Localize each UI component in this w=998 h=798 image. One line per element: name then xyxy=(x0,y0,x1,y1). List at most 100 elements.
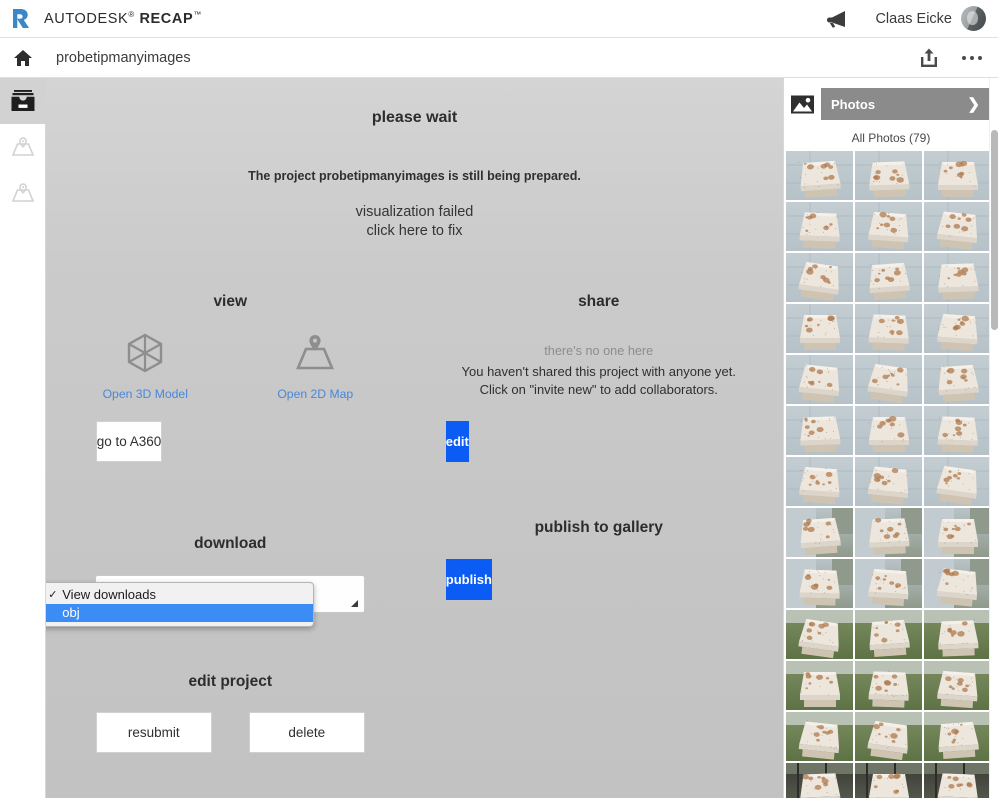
edit-share-button[interactable]: edit xyxy=(445,421,469,462)
photo-thumbnail[interactable] xyxy=(786,610,853,659)
map-pin-icon xyxy=(11,183,35,202)
photo-thumbnail[interactable] xyxy=(786,763,853,798)
photo-thumbnail[interactable] xyxy=(786,508,853,557)
photo-thumbnail[interactable] xyxy=(855,508,922,557)
resubmit-button[interactable]: resubmit xyxy=(95,712,212,753)
download-select-row[interactable]: ✓ View downloads obj xyxy=(46,575,366,627)
right-column: share there's no one here You haven't sh… xyxy=(415,293,784,753)
view-3d-glyph xyxy=(97,331,193,375)
project-bar-actions xyxy=(918,47,998,69)
photo-thumbnail[interactable] xyxy=(786,304,853,353)
photo-thumbnail[interactable] xyxy=(786,406,853,455)
edit-button-wrap: edit xyxy=(445,421,752,462)
download-section-title: download xyxy=(194,535,267,552)
check-icon: ✓ xyxy=(48,589,58,601)
photo-thumbnail[interactable] xyxy=(924,457,991,506)
publish-button[interactable]: publish xyxy=(445,559,492,600)
avatar[interactable] xyxy=(961,6,986,31)
rail-item-projects[interactable] xyxy=(0,78,46,124)
photo-thumbnail[interactable] xyxy=(855,559,922,608)
main-content: please wait The project probetipmanyimag… xyxy=(46,78,783,798)
map-2d-icon xyxy=(296,335,335,370)
tab-photos[interactable]: Photos ❯ xyxy=(821,88,990,120)
photo-thumbnail[interactable] xyxy=(786,202,853,251)
photo-thumbnail[interactable] xyxy=(855,610,922,659)
share-line-2: Click on "invite new" to add collaborato… xyxy=(479,382,718,397)
photo-thumbnail[interactable] xyxy=(924,151,991,200)
delete-button[interactable]: delete xyxy=(248,712,365,753)
page-title: please wait xyxy=(371,109,458,126)
photo-thumbnail[interactable] xyxy=(924,355,991,404)
rail-item-map-1[interactable] xyxy=(0,124,46,170)
photo-thumbnail[interactable] xyxy=(855,253,922,302)
photo-thumbnail[interactable] xyxy=(924,406,991,455)
photo-thumbnail[interactable] xyxy=(924,202,991,251)
photo-thumbnail[interactable] xyxy=(924,610,991,659)
photos-scrollbar-thumb[interactable] xyxy=(991,130,998,330)
edit-project-buttons: resubmit delete xyxy=(46,712,415,753)
failed-line-2[interactable]: click here to fix xyxy=(46,222,783,241)
photo-thumbnail[interactable] xyxy=(855,304,922,353)
brand-autodesk: AUTODESK xyxy=(44,10,129,27)
view-icons: Open 3D Model Open 2D Map xyxy=(46,331,415,401)
photo-thumbnail[interactable] xyxy=(855,355,922,404)
all-photos-label: All Photos (79) xyxy=(851,131,931,145)
photo-thumbnail[interactable] xyxy=(855,202,922,251)
recap-app-window: AUTODESK® RECAP™ Claas Eicke probetipman… xyxy=(0,0,998,798)
dropdown-option-obj[interactable]: obj xyxy=(46,604,314,622)
visualization-failed-message[interactable]: visualization failed click here to fix xyxy=(46,203,783,240)
photo-thumbnail[interactable] xyxy=(786,151,853,200)
open-3d-model-item[interactable]: Open 3D Model xyxy=(97,331,193,401)
photo-thumbnail[interactable] xyxy=(786,355,853,404)
megaphone-icon[interactable] xyxy=(823,8,849,30)
status-text: The project probetipmanyimages is still … xyxy=(248,169,581,183)
photo-thumbnail[interactable] xyxy=(786,661,853,710)
photo-thumbnail[interactable] xyxy=(924,508,991,557)
rail-item-map-2[interactable] xyxy=(0,170,46,216)
photo-thumbnail[interactable] xyxy=(855,457,922,506)
dropdown-option-view-downloads[interactable]: ✓ View downloads xyxy=(46,586,313,604)
publish-section-title: publish to gallery xyxy=(534,519,663,536)
share-section-title: share xyxy=(578,293,620,310)
share-description: You haven't shared this project with any… xyxy=(415,363,784,399)
home-icon[interactable] xyxy=(13,49,33,67)
photo-thumbnail[interactable] xyxy=(924,661,991,710)
photo-thumbnail[interactable] xyxy=(855,763,922,798)
download-dropdown-popup[interactable]: ✓ View downloads obj xyxy=(46,582,315,627)
photo-thumbnail[interactable] xyxy=(924,304,991,353)
photos-scrollbar[interactable] xyxy=(989,78,998,798)
autodesk-brand[interactable]: AUTODESK® RECAP™ xyxy=(0,6,202,32)
photo-thumbnail[interactable] xyxy=(924,763,991,798)
photo-thumbnail[interactable] xyxy=(924,559,991,608)
share-upload-icon[interactable] xyxy=(918,47,940,69)
left-rail xyxy=(0,78,46,798)
user-menu[interactable]: Claas Eicke xyxy=(875,6,986,31)
photo-thumbnail[interactable] xyxy=(855,151,922,200)
top-bar: AUTODESK® RECAP™ Claas Eicke xyxy=(0,0,998,38)
photo-thumbnail[interactable] xyxy=(855,406,922,455)
open-2d-map-label[interactable]: Open 2D Map xyxy=(267,387,363,401)
select-arrow-icon xyxy=(351,600,359,607)
photo-thumbnail[interactable] xyxy=(786,712,853,761)
brand-text: AUTODESK® RECAP™ xyxy=(44,10,202,27)
open-3d-model-label[interactable]: Open 3D Model xyxy=(97,387,193,401)
photo-thumbnail[interactable] xyxy=(786,559,853,608)
dropdown-option-label: View downloads xyxy=(62,587,156,602)
more-options-icon[interactable] xyxy=(962,55,982,60)
photo-grid xyxy=(784,151,995,798)
photo-thumbnail[interactable] xyxy=(786,253,853,302)
photo-thumbnail[interactable] xyxy=(855,661,922,710)
photo-thumbnail[interactable] xyxy=(855,712,922,761)
brand-trademark-2: ™ xyxy=(193,10,202,20)
photo-thumbnail[interactable] xyxy=(786,457,853,506)
user-name: Claas Eicke xyxy=(875,10,952,27)
photo-thumbnail[interactable] xyxy=(924,253,991,302)
publish-button-wrap: publish xyxy=(445,559,752,600)
left-column: view Open 3D Model Open 2D Map go to A36… xyxy=(46,293,415,753)
go-to-a360-button[interactable]: go to A360 xyxy=(95,421,163,462)
view-section-title: view xyxy=(213,293,248,310)
chevron-right-icon[interactable]: ❯ xyxy=(967,95,980,113)
photo-thumbnail[interactable] xyxy=(924,712,991,761)
photos-image-icon xyxy=(791,95,814,113)
open-2d-map-item[interactable]: Open 2D Map xyxy=(267,331,363,401)
